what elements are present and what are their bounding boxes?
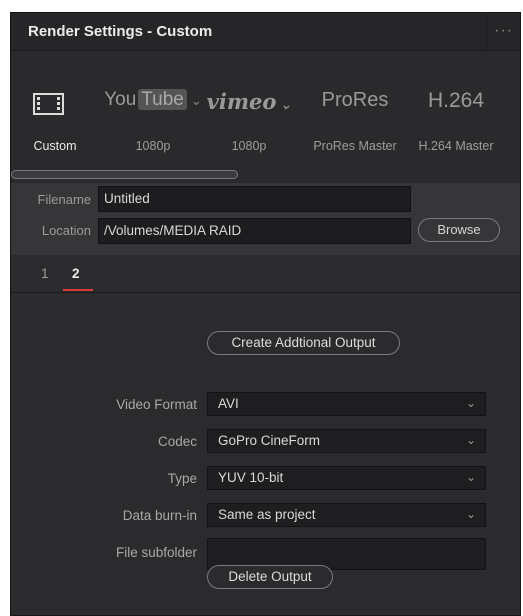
active-tab-indicator xyxy=(63,289,93,291)
preset-bar: Custom You Tube ⌄ 1080p vimeo ⌄ 1080p ProRe… xyxy=(11,51,520,183)
panel-title: Render Settings - Custom xyxy=(28,23,213,40)
delete-output-button[interactable]: Delete Output xyxy=(207,565,333,589)
tab-1[interactable]: 1 xyxy=(41,266,49,281)
tab-2[interactable]: 2 xyxy=(72,266,80,281)
preset-label: Custom xyxy=(33,139,77,153)
preset-prores[interactable]: ProRes ProRes Master xyxy=(305,51,405,171)
prores-logo-icon: ProRes xyxy=(321,89,389,111)
output-settings: Create Addtional Output Video Format AVI… xyxy=(11,294,520,615)
codec-label: Codec xyxy=(157,434,197,449)
chevron-down-icon: ⌄ xyxy=(280,98,292,113)
preset-label: 1080p xyxy=(231,139,267,153)
video-format-value: AVI xyxy=(218,396,239,411)
type-select[interactable]: YUV 10-bit ⌄ xyxy=(207,466,486,490)
chevron-down-icon: ⌄ xyxy=(465,507,476,521)
create-additional-output-button[interactable]: Create Addtional Output xyxy=(207,331,400,355)
codec-select[interactable]: GoPro CineForm ⌄ xyxy=(207,429,486,453)
preset-youtube[interactable]: You Tube ⌄ 1080p xyxy=(103,51,203,171)
preset-custom[interactable]: Custom xyxy=(11,51,105,171)
vimeo-logo-icon: vimeo ⌄ xyxy=(206,89,292,114)
more-options-icon: ··· xyxy=(494,22,513,39)
title-bar: Render Settings - Custom ··· xyxy=(11,13,520,51)
preset-label: ProRes Master xyxy=(313,139,397,153)
location-input[interactable]: /Volumes/MEDIA RAID xyxy=(98,218,411,244)
video-format-label: Video Format xyxy=(116,397,197,412)
preset-label: H.264 Master xyxy=(418,139,494,153)
type-label: Type xyxy=(167,471,197,486)
data-burn-in-value: Same as project xyxy=(218,507,316,522)
video-format-select[interactable]: AVI ⌄ xyxy=(207,392,486,416)
preset-h264[interactable]: H.264 H.264 Master xyxy=(406,51,506,171)
filename-label: Filename xyxy=(37,192,91,207)
chevron-down-icon: ⌄ xyxy=(465,470,476,484)
preset-vimeo[interactable]: vimeo ⌄ 1080p xyxy=(199,51,299,171)
type-value: YUV 10-bit xyxy=(218,470,284,485)
preset-scrollbar[interactable] xyxy=(11,170,238,179)
data-burn-in-label: Data burn-in xyxy=(122,508,197,523)
browse-button[interactable]: Browse xyxy=(418,218,500,242)
file-subfolder-label: File subfolder xyxy=(115,545,197,560)
data-burn-in-select[interactable]: Same as project ⌄ xyxy=(207,503,486,527)
render-settings-panel: Render Settings - Custom ··· Custom You T… xyxy=(10,12,521,616)
h264-logo-icon: H.264 xyxy=(427,89,485,112)
location-label: Location xyxy=(41,223,91,238)
youtube-logo-icon: You Tube ⌄ xyxy=(104,89,202,110)
more-options-button[interactable]: ··· xyxy=(486,13,520,51)
chevron-down-icon: ⌄ xyxy=(465,396,476,410)
filename-input[interactable]: Untitled xyxy=(98,186,411,212)
film-strip-icon xyxy=(33,93,64,115)
output-tabs: 1 2 xyxy=(11,255,520,293)
preset-label: 1080p xyxy=(135,139,171,153)
codec-value: GoPro CineForm xyxy=(218,433,321,448)
chevron-down-icon: ⌄ xyxy=(465,433,476,447)
